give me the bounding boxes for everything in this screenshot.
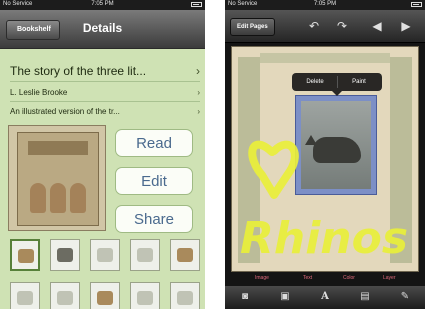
edit-button[interactable]: Edit	[115, 167, 193, 195]
book-author-row[interactable]: L. Leslie Brooke ›	[10, 85, 200, 102]
tool-label: Layer	[383, 275, 396, 281]
tool-label: Text	[303, 275, 313, 281]
status-bar: No Service 7:05 PM	[225, 0, 425, 10]
book-title-row[interactable]: The story of the three lit... ›	[10, 61, 200, 82]
status-bar: No Service 7:05 PM	[0, 0, 205, 10]
page-title: Details	[82, 21, 123, 35]
drawn-word: Rhinos	[240, 213, 408, 264]
thumbnail-image	[97, 248, 113, 262]
page-thumbnail[interactable]	[50, 282, 80, 309]
bottom-toolbar: ◙ ▣ A ▤ ✎	[225, 286, 425, 309]
page-thumbnail[interactable]	[10, 282, 40, 309]
page-thumbnail[interactable]	[90, 282, 120, 309]
brush-icon[interactable]: ✎	[397, 290, 413, 304]
pig-figure	[70, 183, 86, 213]
chevron-right-icon: ›	[196, 64, 200, 78]
undo-icon[interactable]: ↶	[305, 16, 323, 36]
pig-figure	[30, 183, 46, 213]
book-title: The story of the three lit...	[10, 64, 147, 78]
camera-icon[interactable]: ◙	[237, 290, 253, 304]
clock: 7:05 PM	[91, 1, 114, 7]
page-editor-screen: No Service 7:05 PM Edit Pages ↶ ↷ ◀ ▶ De…	[225, 0, 425, 309]
chevron-right-icon: ›	[197, 88, 200, 97]
book-author: L. Leslie Brooke	[10, 88, 68, 97]
drawn-heart	[248, 140, 299, 199]
page-thumbnail[interactable]	[170, 239, 200, 271]
next-page-icon[interactable]: ▶	[397, 16, 415, 36]
page-thumbnail[interactable]	[50, 239, 80, 271]
editor-toolbar: Edit Pages ↶ ↷ ◀ ▶	[225, 10, 425, 43]
redo-icon[interactable]: ↷	[333, 16, 351, 36]
thumbnail-image	[57, 248, 73, 262]
photo-library-icon[interactable]: ▣	[277, 290, 293, 304]
page-thumbnail[interactable]	[170, 282, 200, 309]
finger-drawing: Rhinos	[240, 140, 408, 264]
book-description-row[interactable]: An illustrated version of the tr... ›	[10, 104, 200, 120]
thumbnail-image	[137, 291, 153, 305]
book-description: An illustrated version of the tr...	[10, 107, 120, 116]
thumbnail-image	[18, 249, 34, 263]
pig-figure	[50, 183, 66, 213]
storybook-page-canvas[interactable]: Delete Paint Rhinos	[231, 46, 419, 272]
page-thumbnail[interactable]	[130, 282, 160, 309]
book-cover[interactable]	[8, 125, 106, 231]
tool-labels: Image Text Color Layer	[225, 275, 425, 285]
tool-label: Image	[255, 275, 269, 281]
share-button[interactable]: Share	[115, 205, 193, 233]
thumbnail-image	[17, 291, 33, 305]
battery-icon	[191, 2, 202, 7]
text-icon[interactable]: A	[317, 290, 333, 304]
tool-label: Color	[343, 275, 355, 281]
thumbnail-image	[177, 248, 193, 262]
thumbnail-image	[177, 291, 193, 305]
cover-title-plate	[28, 141, 88, 155]
page-thumbnail[interactable]	[130, 239, 160, 271]
thumbnail-image	[97, 291, 113, 305]
previous-page-icon[interactable]: ◀	[368, 16, 386, 36]
thumbnail-image	[57, 291, 73, 305]
thumbnail-image	[137, 248, 153, 262]
details-screen: No Service 7:05 PM Bookshelf Details The…	[0, 0, 205, 309]
image-layer-icon[interactable]: ▤	[357, 290, 373, 304]
edit-pages-button[interactable]: Edit Pages	[230, 18, 275, 36]
page-thumbnail[interactable]	[10, 239, 40, 271]
navigation-bar: Bookshelf Details	[0, 10, 205, 49]
cover-illustration	[17, 132, 99, 226]
clock: 7:05 PM	[313, 1, 337, 7]
page-thumbnail[interactable]	[90, 239, 120, 271]
chevron-right-icon: ›	[197, 107, 200, 116]
battery-icon	[411, 2, 422, 7]
read-button[interactable]: Read	[115, 129, 193, 157]
